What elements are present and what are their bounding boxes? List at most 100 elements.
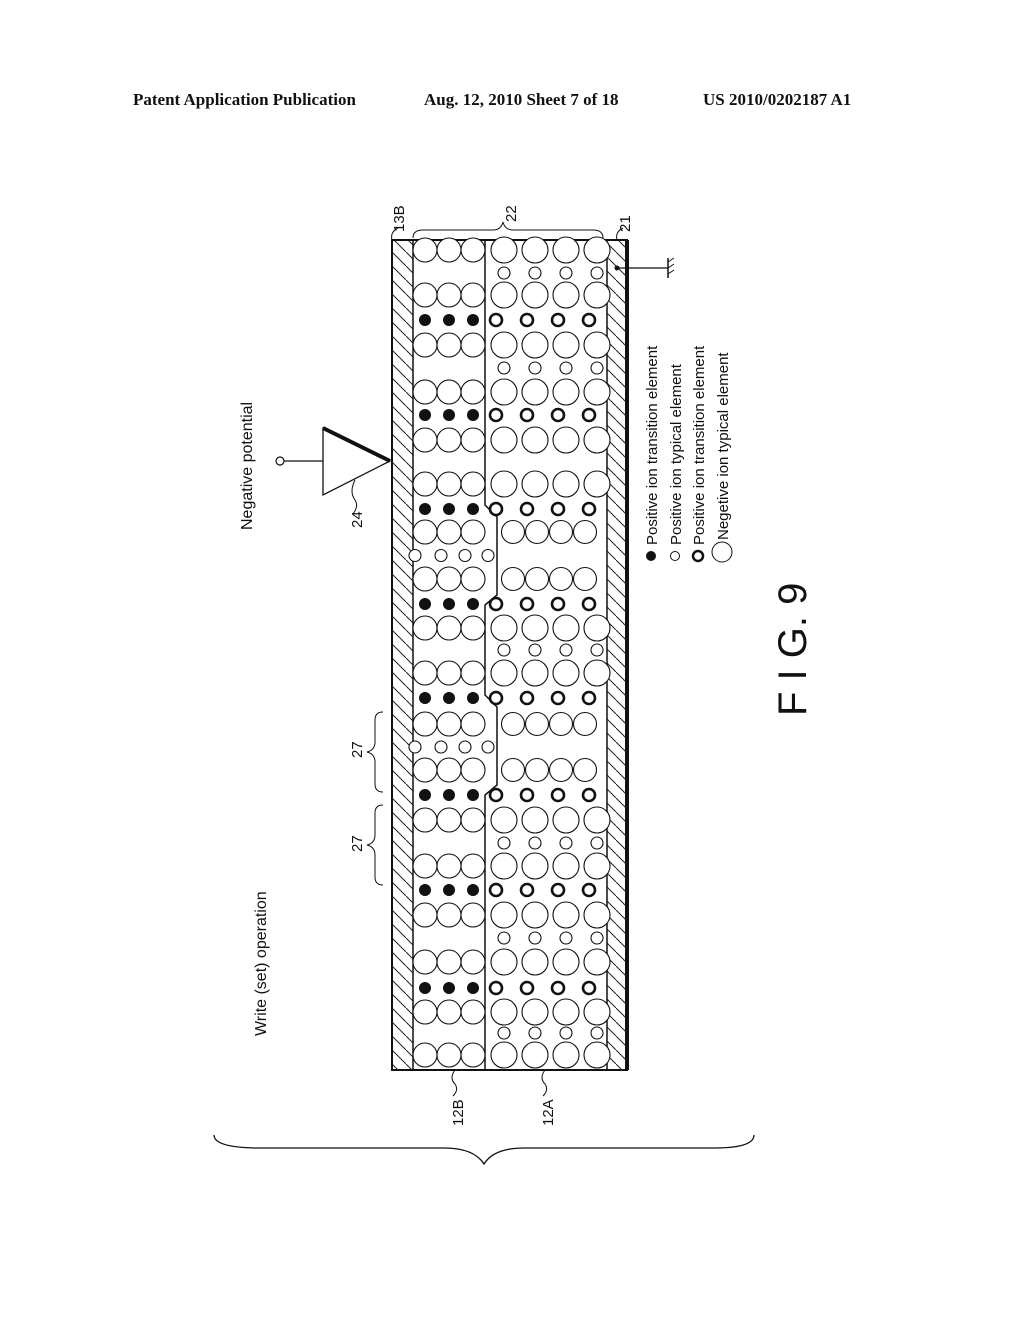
positive-ion-typical	[528, 931, 542, 945]
positive-ion-transition-filled	[443, 982, 455, 994]
negative-ion	[583, 948, 611, 976]
positive-ion-transition-ring	[488, 980, 504, 996]
negative-ion	[460, 757, 486, 783]
negative-ion	[521, 852, 549, 880]
negative-ion	[460, 615, 486, 641]
positive-ion-transition-filled	[467, 982, 479, 994]
positive-ion-typical	[481, 548, 495, 563]
probe-triangle	[322, 426, 392, 497]
negative-ion	[490, 659, 518, 687]
positive-ion-typical	[497, 643, 511, 657]
positive-ion-transition-filled	[419, 789, 431, 801]
device-stack	[391, 236, 629, 1071]
positive-ion-transition-ring	[488, 407, 504, 423]
negative-ion	[412, 999, 438, 1025]
negative-ion	[412, 660, 438, 686]
negative-ion	[583, 426, 611, 454]
negative-ion	[572, 757, 598, 783]
negative-ion	[524, 566, 550, 592]
negative-ion	[552, 426, 580, 454]
legend-label-3: Positive ion transition element	[691, 345, 708, 545]
positive-ion-transition-filled	[419, 314, 431, 326]
positive-ion-transition-ring	[488, 596, 504, 612]
label-13b: 13B	[391, 205, 408, 232]
negative-ion	[521, 901, 549, 929]
negative-ion	[460, 949, 486, 975]
negative-ion	[552, 998, 580, 1026]
negative-ion	[552, 659, 580, 687]
negative-ion	[436, 332, 462, 358]
negative-ion	[521, 806, 549, 834]
negative-ion	[436, 853, 462, 879]
positive-ion-transition-filled	[467, 789, 479, 801]
label-12a: 12A	[540, 1099, 557, 1126]
positive-ion-transition-filled	[443, 314, 455, 326]
positive-ion-transition-ring	[581, 596, 597, 612]
negative-ion	[490, 378, 518, 406]
positive-ion-transition-filled	[467, 884, 479, 896]
legend-symbol-filled-circle-icon	[646, 551, 656, 561]
positive-ion-typical	[528, 836, 542, 850]
negative-ion	[436, 949, 462, 975]
negative-ion	[412, 757, 438, 783]
legend: Positive ion transition element Positive…	[644, 345, 733, 563]
positive-ion-transition-ring	[488, 882, 504, 898]
negative-ion	[490, 236, 518, 264]
negative-ion	[548, 711, 574, 737]
negative-ion	[583, 901, 611, 929]
positive-ion-transition-ring	[519, 596, 535, 612]
legend-label-2: Positive ion typical element	[668, 363, 685, 545]
positive-ion-transition-filled	[419, 598, 431, 610]
negative-ion	[521, 659, 549, 687]
negative-ion	[490, 614, 518, 642]
positive-ion-typical	[434, 548, 448, 563]
negative-ion	[552, 948, 580, 976]
brace-whole-figure	[213, 1134, 755, 1166]
positive-ion-typical	[497, 266, 511, 280]
legend-symbol-ring-icon	[691, 549, 705, 563]
positive-ion-transition-ring	[550, 407, 566, 423]
negative-ion	[412, 902, 438, 928]
positive-ion-transition-ring	[519, 690, 535, 706]
negative-ion	[436, 471, 462, 497]
negative-ion	[436, 519, 462, 545]
negative-ion	[500, 519, 526, 545]
negative-ion	[436, 566, 462, 592]
negative-ion	[521, 948, 549, 976]
positive-ion-transition-ring	[519, 501, 535, 517]
positive-ion-transition-ring	[519, 882, 535, 898]
positive-ion-transition-ring	[488, 787, 504, 803]
negative-ion	[552, 378, 580, 406]
positive-ion-transition-filled	[467, 692, 479, 704]
label-12b: 12B	[450, 1099, 467, 1126]
positive-ion-transition-ring	[488, 501, 504, 517]
negative-ion	[524, 711, 550, 737]
negative-ion	[436, 379, 462, 405]
negative-ion	[412, 566, 438, 592]
probe-tip	[275, 426, 392, 515]
positive-ion-transition-filled	[467, 314, 479, 326]
positive-ion-typical	[559, 266, 573, 280]
negative-ion	[548, 757, 574, 783]
positive-ion-transition-ring	[488, 312, 504, 328]
positive-ion-transition-filled	[419, 982, 431, 994]
negative-ion	[552, 470, 580, 498]
negative-ion	[436, 237, 462, 263]
negative-ion	[436, 711, 462, 737]
positive-ion-typical	[559, 1026, 573, 1040]
negative-ion	[460, 282, 486, 308]
negative-ion	[412, 427, 438, 453]
positive-ion-typical	[528, 361, 542, 375]
positive-ion-transition-ring	[519, 787, 535, 803]
label-27-upper: 27	[349, 741, 366, 758]
positive-ion-typical	[590, 836, 604, 850]
negative-ion	[490, 806, 518, 834]
positive-ion-typical	[497, 931, 511, 945]
positive-ion-transition-ring	[550, 787, 566, 803]
negative-ion	[521, 470, 549, 498]
label-22: 22	[503, 205, 520, 222]
negative-ion	[436, 282, 462, 308]
positive-ion-transition-filled	[467, 503, 479, 515]
negative-ion	[412, 711, 438, 737]
negative-ion	[521, 281, 549, 309]
